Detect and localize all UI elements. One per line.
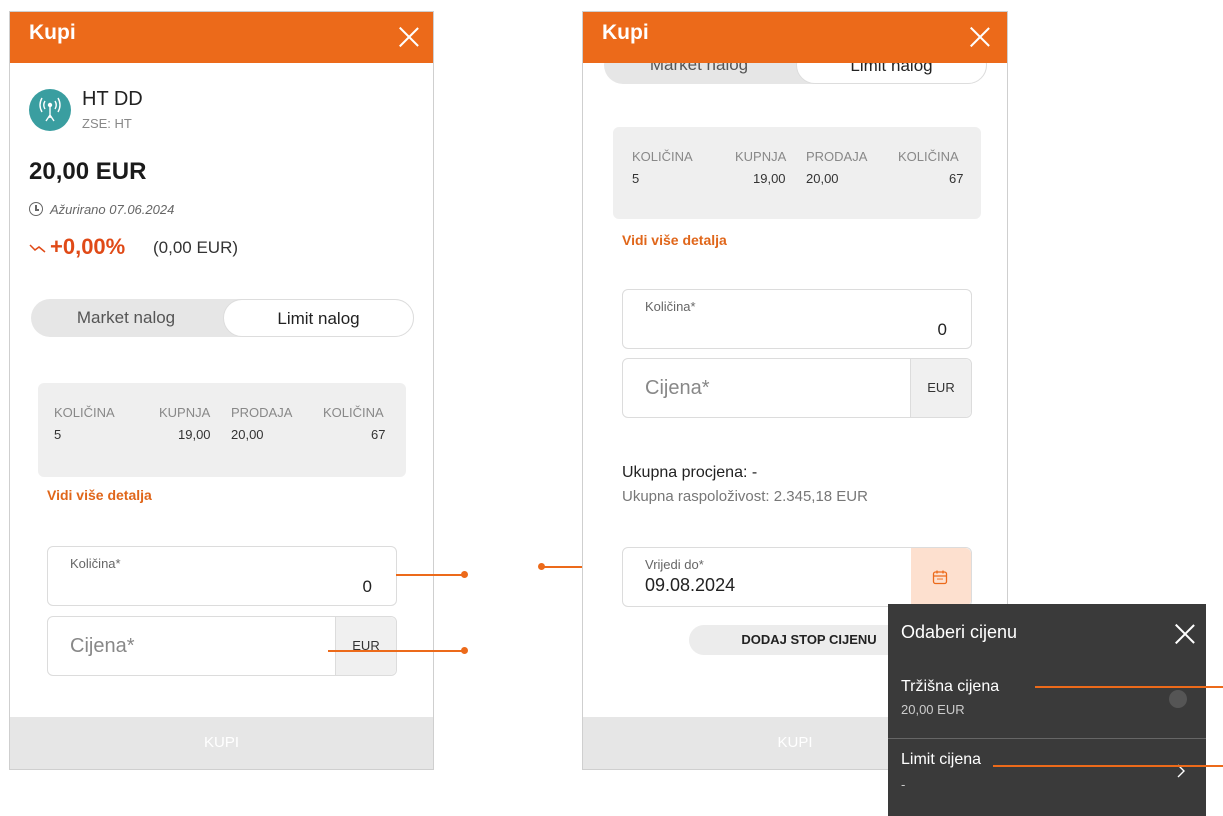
connector-dot: [461, 571, 468, 578]
price-field[interactable]: Cijena* EUR: [47, 616, 397, 676]
connector-line: [993, 765, 1223, 767]
valid-until-field[interactable]: Vrijedi do* 09.08.2024: [622, 547, 972, 607]
more-details-link[interactable]: Vidi više detalja: [47, 487, 152, 503]
option-sublabel: -: [901, 777, 906, 792]
calendar-icon: [932, 570, 948, 585]
clock-icon: [29, 202, 43, 216]
price-placeholder: Cijena*: [645, 377, 710, 399]
buy-button[interactable]: KUPI: [10, 717, 433, 769]
connector-line: [1035, 686, 1223, 688]
stock-logo: [29, 89, 71, 131]
tab-limit-order[interactable]: Limit nalog: [223, 299, 414, 337]
valid-until-label: Vrijedi do*: [645, 557, 704, 572]
quantity-field[interactable]: Količina* 0: [622, 289, 972, 349]
close-icon[interactable]: [969, 26, 991, 48]
more-details-link[interactable]: Vidi više detalja: [622, 232, 727, 248]
connector-line: [328, 650, 464, 652]
book-value-bid-qty: 5: [54, 427, 62, 442]
tab-market-order[interactable]: Market nalog: [31, 299, 221, 337]
stock-exchange: ZSE: HT: [82, 116, 132, 131]
book-header-ask: PRODAJA: [806, 149, 868, 164]
trend-icon: [29, 244, 46, 253]
buy-screen-market: Kupi HT DD ZSE: HT 20,00 EUR Ažurirano 0…: [9, 11, 434, 770]
close-icon[interactable]: [1174, 623, 1192, 641]
close-icon[interactable]: [398, 26, 420, 48]
book-value-ask: 20,00: [806, 171, 839, 186]
book-value-bid: 19,00: [753, 171, 786, 186]
connector-dot: [461, 647, 468, 654]
book-value-bid: 19,00: [178, 427, 211, 442]
radio-button[interactable]: [1169, 690, 1187, 708]
book-header-ask-qty: KOLIČINA: [898, 149, 959, 164]
book-value-ask: 20,00: [231, 427, 264, 442]
option-sublabel: 20,00 EUR: [901, 702, 965, 717]
book-header-ask: PRODAJA: [231, 405, 293, 420]
book-header-bid-qty: KOLIČINA: [632, 149, 693, 164]
book-header-bid-qty: KOLIČINA: [54, 405, 115, 420]
valid-until-value: 09.08.2024: [645, 575, 736, 595]
header: Kupi: [583, 12, 1007, 63]
option-label: Tržišna cijena: [901, 678, 1000, 695]
order-book: KOLIČINA KUPNJA PRODAJA KOLIČINA 5 19,00…: [613, 127, 981, 219]
book-value-ask-qty: 67: [371, 427, 386, 442]
quantity-label: Količina*: [70, 556, 121, 571]
price-unit: EUR: [335, 617, 396, 675]
book-header-bid: KUPNJA: [159, 405, 211, 420]
book-value-bid-qty: 5: [632, 171, 640, 186]
price-picker-panel: Odaberi cijenu Tržišna cijena 20,00 EUR …: [888, 604, 1206, 816]
quantity-field[interactable]: Količina* 0: [47, 546, 397, 606]
order-type-toggle: Market nalog Limit nalog: [31, 299, 414, 337]
picker-option-limit[interactable]: Limit cijena -: [888, 739, 1206, 811]
calendar-button[interactable]: [911, 548, 971, 606]
option-label: Limit cijena: [901, 751, 982, 768]
antenna-icon: [39, 97, 61, 122]
change-absolute: (0,00 EUR): [153, 238, 239, 257]
header-title: Kupi: [602, 21, 649, 44]
header-title: Kupi: [29, 21, 76, 44]
updated-date: Ažurirano 07.06.2024: [50, 202, 175, 217]
total-availability: Ukupna raspoloživost: 2.345,18 EUR: [622, 488, 868, 505]
quantity-value: 0: [937, 320, 947, 339]
picker-option-market[interactable]: Tržišna cijena 20,00 EUR: [888, 666, 1206, 738]
quantity-value: 0: [362, 577, 372, 596]
book-value-ask-qty: 67: [949, 171, 964, 186]
current-price: 20,00 EUR: [29, 158, 147, 185]
total-estimate: Ukupna procjena: -: [622, 464, 758, 481]
book-header-bid: KUPNJA: [735, 149, 787, 164]
price-unit: EUR: [910, 359, 971, 417]
picker-title: Odaberi cijenu: [901, 622, 1018, 642]
quantity-label: Količina*: [645, 299, 696, 314]
change-percent: +0,00%: [50, 234, 126, 259]
stock-name: HT DD: [82, 88, 143, 110]
price-field[interactable]: Cijena* EUR: [622, 358, 972, 418]
price-placeholder: Cijena*: [70, 635, 135, 657]
connector-line: [396, 574, 464, 576]
book-header-ask-qty: KOLIČINA: [323, 405, 384, 420]
order-book: KOLIČINA KUPNJA PRODAJA KOLIČINA 5 19,00…: [38, 383, 406, 477]
header: Kupi: [10, 12, 433, 63]
